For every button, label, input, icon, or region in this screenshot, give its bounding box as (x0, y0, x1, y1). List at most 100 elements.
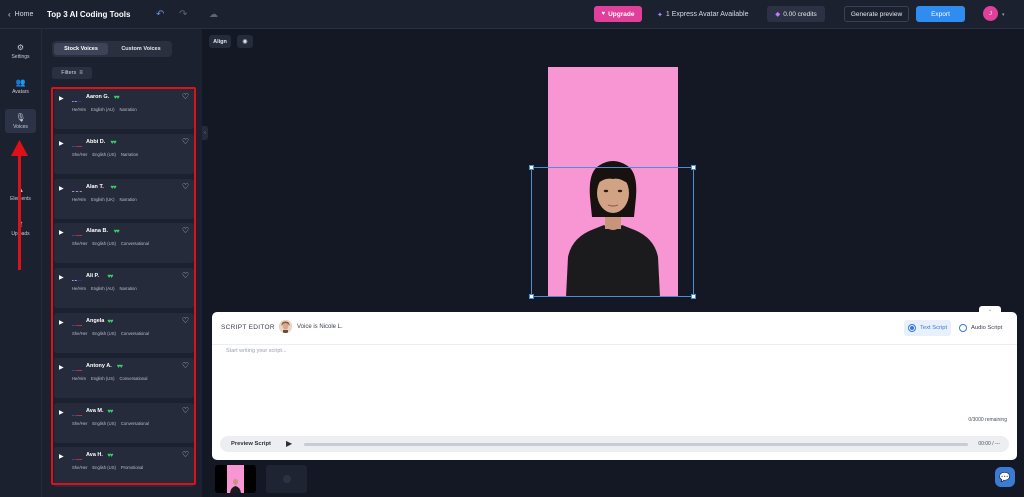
play-icon[interactable]: ▶ (59, 319, 64, 326)
favorite-heart-icon[interactable]: ♡ (182, 361, 189, 370)
voice-meta: He/Him English (AU) Narration (72, 286, 142, 291)
filters-button[interactable]: Filters ≡ (52, 67, 92, 79)
favorite-heart-icon[interactable]: ♡ (182, 92, 189, 101)
rail-item-voices[interactable]: 🎙 Voices (5, 109, 36, 133)
voice-card[interactable]: ▶ Ali P. ♥♥ He/Him English (AU) Narration ♡ (54, 268, 194, 309)
scene-thumbnail-1[interactable] (215, 465, 256, 493)
voice-accent: English (US) (92, 465, 116, 471)
flag-icon (72, 364, 82, 371)
radio-selected-icon (908, 324, 916, 332)
rail-label: Avatars (12, 88, 29, 95)
voice-gender: He/Him (72, 375, 86, 381)
play-icon[interactable]: ▶ (59, 229, 64, 236)
text-script-option[interactable]: Text Script (904, 320, 952, 336)
top-bar: ‹ Home Top 3 AI Coding Tools ↶ ↷ ☁ ♥ Upg… (0, 0, 1024, 29)
play-icon[interactable]: ▶ (59, 140, 64, 147)
play-icon[interactable]: ▶ (59, 185, 64, 192)
flag-icon (72, 453, 82, 461)
selection-box[interactable] (529, 165, 696, 299)
upgrade-button[interactable]: ♥ Upgrade (594, 6, 642, 22)
tab-custom-voices[interactable]: Custom Voices (112, 43, 170, 55)
voice-meta: She/Her English (US) Promotional (72, 465, 148, 470)
voice-style: Narration (119, 286, 137, 292)
play-icon[interactable]: ▶ (59, 274, 64, 281)
align-button[interactable]: Align (209, 35, 231, 48)
voice-card[interactable]: ▶ Aaron G. ♥♥ He/Him English (AU) Narration ♡ (54, 89, 194, 129)
premium-voice-icon: ♥♥ (107, 408, 113, 415)
favorite-heart-icon[interactable]: ♡ (182, 271, 189, 280)
redo-icon[interactable]: ↷ (179, 0, 187, 29)
export-button[interactable]: Export (916, 6, 965, 22)
play-icon[interactable]: ▶ (59, 95, 64, 102)
preview-bar: Preview Script ▶ 00:00 / --- (220, 436, 1009, 452)
favorite-heart-icon[interactable]: ♡ (182, 137, 189, 146)
voice-accent: English (AU) (90, 286, 115, 292)
voice-name: Alana B. (86, 228, 109, 235)
upgrade-label: Upgrade (608, 10, 635, 18)
audio-script-option[interactable]: Audio Script (955, 320, 1006, 336)
favorite-heart-icon[interactable]: ♡ (182, 450, 189, 459)
favorite-heart-icon[interactable]: ♡ (182, 182, 189, 191)
resize-handle[interactable] (529, 294, 534, 299)
script-editor-title: SCRIPT EDITOR (221, 324, 275, 331)
voice-gender: She/Her (72, 420, 88, 426)
microphone-icon: 🎙 (15, 112, 26, 122)
chevron-down-icon[interactable]: ▾ (1002, 0, 1005, 29)
premium-voice-icon: ♥♥ (107, 319, 113, 325)
generate-preview-button[interactable]: Generate preview (844, 6, 909, 22)
voice-name: Antony A. (86, 362, 112, 369)
voice-card[interactable]: ▶ Abbi D. ♥♥ She/Her English (US) Narration ♡ (54, 133, 194, 174)
home-link[interactable]: ‹ Home (8, 0, 33, 29)
project-title[interactable]: Top 3 AI Coding Tools (47, 0, 130, 29)
favorite-heart-icon[interactable]: ♡ (182, 226, 189, 235)
voice-card[interactable]: ▶ Angela ♥♥ She/Her English (US) Conversation… (54, 313, 194, 353)
play-icon[interactable]: ▶ (286, 439, 292, 448)
audio-script-label: Audio Script (971, 325, 1003, 331)
avatar-position-icon[interactable]: ◉ (237, 35, 253, 48)
resize-handle[interactable] (691, 165, 696, 170)
home-label: Home (14, 11, 34, 18)
tab-stock-voices[interactable]: Stock Voices (54, 43, 108, 55)
voice-card[interactable]: ▶ Alana B. ♥♥ She/Her English (US) Conversati… (54, 223, 194, 264)
play-icon[interactable]: ▶ (59, 364, 64, 371)
rail-item-settings[interactable]: ⚙ Settings (5, 39, 36, 63)
voice-selector[interactable]: Voice is Nicole L. (297, 324, 343, 330)
premium-voice-icon: ♥♥ (113, 229, 120, 236)
voice-accent: English (UK) (90, 196, 115, 202)
express-avatar-status[interactable]: ✦ 1 Express Avatar Available (657, 0, 749, 29)
voice-name: Ali P. (86, 273, 100, 280)
premium-voice-icon: ♥♥ (107, 453, 113, 460)
undo-icon[interactable]: ↶ (156, 0, 164, 29)
voice-name: Ava H. (86, 452, 103, 459)
user-avatar[interactable]: J (983, 6, 998, 21)
add-scene-button[interactable] (266, 465, 307, 493)
chat-support-button[interactable]: 💬 (995, 467, 1015, 487)
credits-button[interactable]: ◆ 0.00 credits (767, 6, 825, 22)
voice-card[interactable]: ▶ Alan T. ♥♥ He/Him English (UK) Narration ♡ (54, 178, 194, 219)
voice-card[interactable]: ▶ Ava H. ♥♥ She/Her English (US) Promotional ♡ (54, 447, 194, 488)
premium-voice-icon: ♥♥ (110, 139, 116, 146)
annotation-arrow-head (11, 140, 28, 156)
rail-item-avatars[interactable]: 👥 Avatars (5, 74, 36, 98)
voice-meta: He/Him English (UK) Narration (72, 197, 142, 202)
voice-accent: English (US) (92, 241, 116, 247)
voice-card[interactable]: ▶ Antony A. ♥♥ He/Him English (US) Conversati… (54, 357, 194, 398)
flag-icon (72, 319, 82, 326)
script-textarea[interactable]: Start writing your script... (226, 348, 287, 354)
voice-accent: English (US) (92, 331, 116, 336)
favorite-heart-icon[interactable]: ♡ (182, 406, 189, 415)
left-rail: ⚙ Settings 👥 Avatars 🎙 Voices ▲ Elements… (0, 29, 42, 497)
gear-icon: ⚙ (16, 42, 25, 52)
voice-avatar[interactable] (279, 320, 292, 333)
preview-progress-bar[interactable] (304, 443, 968, 446)
voice-gender: He/Him (72, 286, 86, 292)
collapse-panel-icon[interactable]: ‹ (202, 126, 208, 140)
play-icon[interactable]: ▶ (59, 409, 64, 416)
resize-handle[interactable] (691, 294, 696, 299)
preview-script-label: Preview Script (231, 441, 271, 447)
favorite-heart-icon[interactable]: ♡ (182, 316, 189, 325)
plus-circle-icon (282, 475, 291, 483)
play-icon[interactable]: ▶ (59, 453, 64, 460)
resize-handle[interactable] (529, 165, 534, 170)
voice-card[interactable]: ▶ Ava M. ♥♥ She/Her English (US) Conversation… (54, 402, 194, 443)
